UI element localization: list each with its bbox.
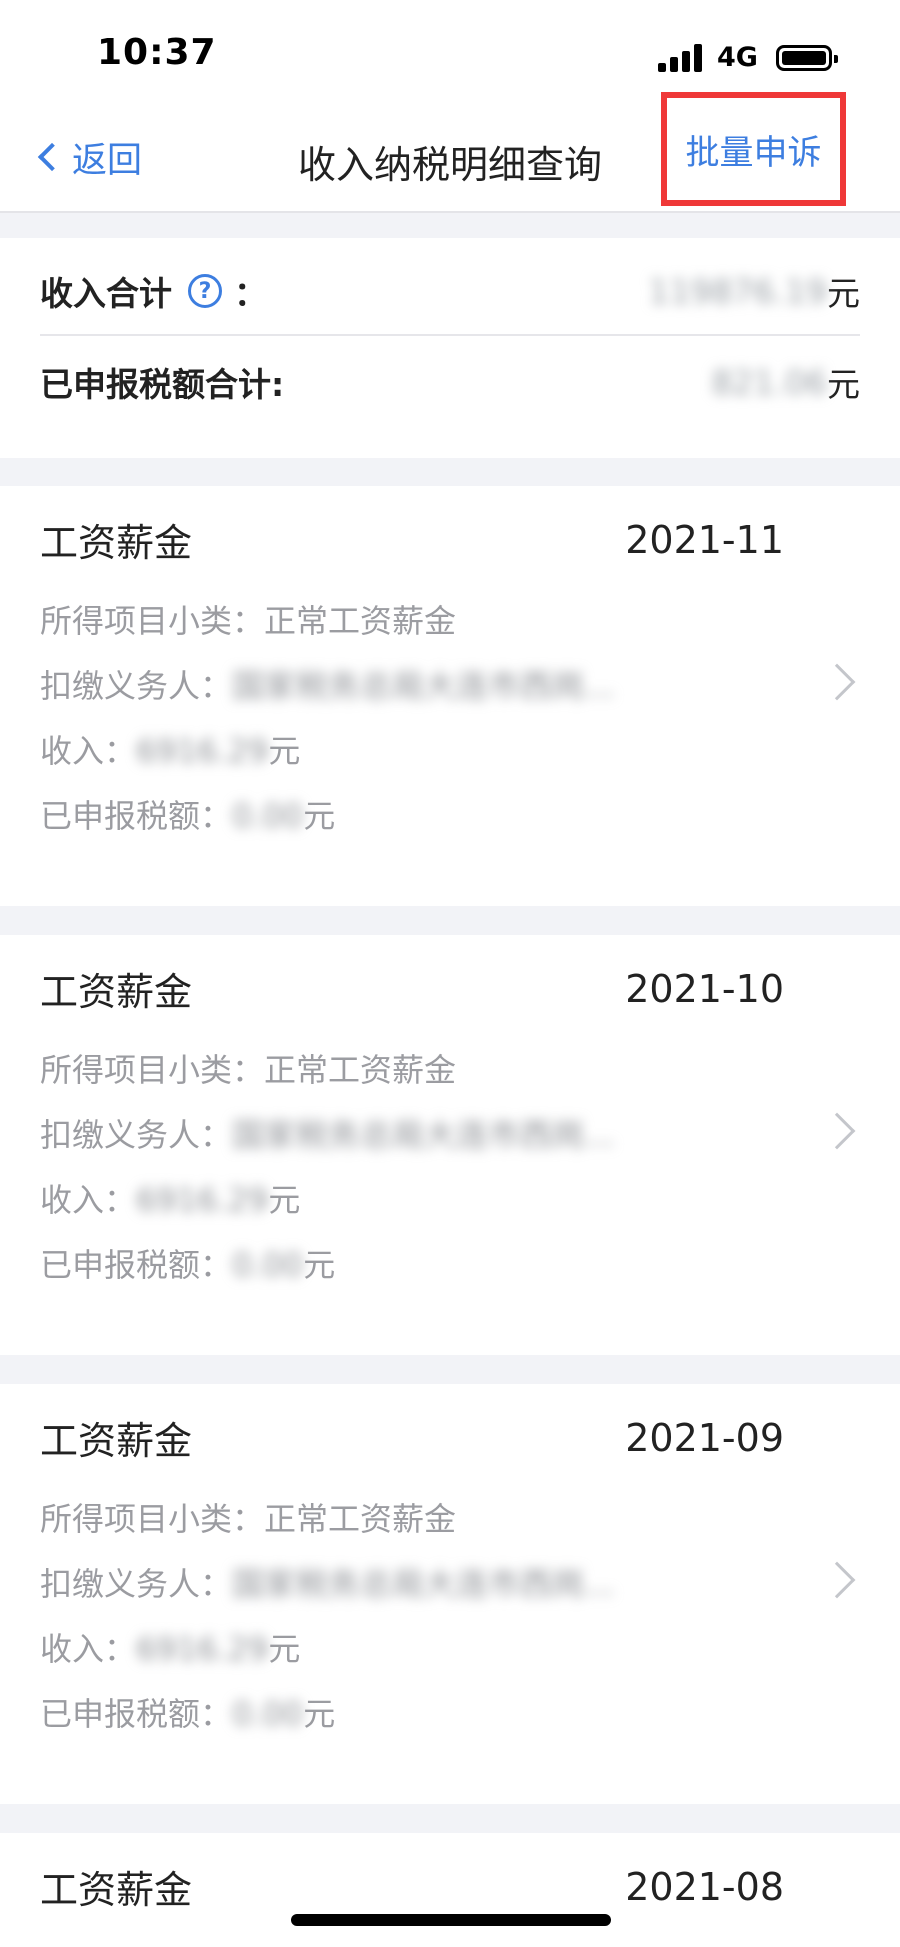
income-total-label: 收入合计 [40, 274, 172, 313]
status-time: 10:37 [97, 32, 217, 73]
chevron-right-icon [818, 663, 856, 701]
back-button[interactable]: 返回 [36, 132, 142, 182]
signal-icon [658, 44, 704, 72]
back-label: 返回 [72, 140, 143, 181]
record-income: 收入：6916.29元 [40, 732, 301, 770]
record-title: 工资薪金 [40, 1868, 193, 1912]
tax-total-label: 已申报税额合计: [40, 365, 285, 404]
chevron-right-icon [818, 1561, 856, 1599]
record-card[interactable]: 工资薪金 2021-10 所得项目小类：正常工资薪金 扣缴义务人：国家税务总局大… [0, 935, 900, 1355]
chevron-right-icon [818, 1112, 856, 1150]
record-withholder: 扣缴义务人：国家税务总局大连市西岗... [40, 1565, 615, 1603]
record-withholder: 扣缴义务人：国家税务总局大连市西岗... [40, 667, 615, 705]
batch-appeal-button[interactable]: 批量申诉 [661, 92, 846, 206]
record-subcategory: 所得项目小类：正常工资薪金 [40, 602, 457, 640]
record-title: 工资薪金 [40, 1419, 193, 1463]
network-type: 4G [717, 42, 758, 73]
tax-total-value: 821.06 [711, 362, 827, 402]
record-subcategory: 所得项目小类：正常工资薪金 [40, 1051, 457, 1089]
home-indicator [291, 1914, 611, 1926]
record-date: 2021-10 [625, 966, 784, 1011]
record-withholder: 扣缴义务人：国家税务总局大连市西岗... [40, 1116, 615, 1154]
tax-total-row: 已申报税额合计: 821.06 元 [40, 338, 860, 426]
record-tax: 已申报税额：0.00元 [40, 1695, 336, 1733]
nav-bar: 收入纳税明细查询 返回 批量申诉 [0, 92, 900, 213]
record-card[interactable]: 工资薪金 2021-11 所得项目小类：正常工资薪金 扣缴义务人：国家税务总局大… [0, 486, 900, 906]
record-title: 工资薪金 [40, 521, 193, 565]
record-income: 收入：6916.29元 [40, 1630, 301, 1668]
record-subcategory: 所得项目小类：正常工资薪金 [40, 1500, 457, 1538]
tax-total-unit: 元 [827, 365, 860, 404]
battery-icon [776, 45, 838, 71]
record-date: 2021-11 [625, 517, 784, 562]
record-tax: 已申报税额：0.00元 [40, 1246, 336, 1284]
income-total-row: 收入合计 ? ： 119876.19 元 [40, 248, 860, 336]
summary-card: 收入合计 ? ： 119876.19 元 已申报税额合计: 821.06 元 [0, 238, 900, 458]
record-title: 工资薪金 [40, 970, 193, 1014]
record-card[interactable]: 工资薪金 2021-08 [0, 1833, 900, 1947]
income-total-value: 119876.19 [648, 271, 827, 311]
help-icon[interactable]: ? [188, 274, 222, 308]
record-date: 2021-09 [625, 1415, 784, 1460]
record-tax: 已申报税额：0.00元 [40, 797, 336, 835]
income-total-colon: ： [234, 274, 267, 313]
record-card[interactable]: 工资薪金 2021-09 所得项目小类：正常工资薪金 扣缴义务人：国家税务总局大… [0, 1384, 900, 1804]
chevron-left-icon [37, 142, 67, 172]
record-income: 收入：6916.29元 [40, 1181, 301, 1219]
record-date: 2021-08 [625, 1864, 784, 1909]
income-total-unit: 元 [827, 274, 860, 313]
